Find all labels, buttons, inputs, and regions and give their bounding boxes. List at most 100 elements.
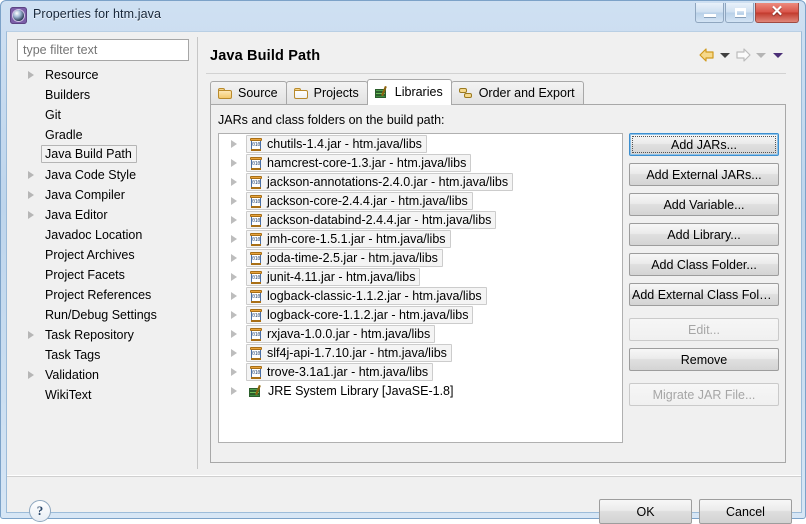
chevron-right-icon[interactable]: [231, 311, 237, 319]
jar-list-item-label: jmh-core-1.5.1.jar - htm.java/libs: [267, 232, 446, 246]
chevron-right-icon[interactable]: [231, 216, 237, 224]
books-icon: [249, 384, 264, 398]
jar-list-item-label: jackson-annotations-2.4.0.jar - htm.java…: [267, 175, 508, 189]
maximize-button[interactable]: [725, 3, 754, 23]
sidebar-item-label: WikiText: [45, 388, 92, 402]
jar-icon: 010: [249, 137, 263, 151]
sidebar-item-java-compiler[interactable]: Java Compiler: [17, 185, 190, 205]
sidebar-item-label: Java Code Style: [45, 168, 136, 182]
page-menu-dropdown-icon[interactable]: [773, 53, 783, 58]
add-external-class-folder-button[interactable]: Add External Class Folder...: [629, 283, 779, 306]
cancel-button[interactable]: Cancel: [699, 499, 792, 524]
jar-list-item-content: 010jackson-annotations-2.4.0.jar - htm.j…: [246, 173, 513, 191]
chevron-right-icon[interactable]: [28, 171, 34, 179]
jar-list-item[interactable]: 010joda-time-2.5.jar - htm.java/libs: [219, 248, 622, 267]
jar-list-item-content: JRE System Library [JavaSE-1.8]: [246, 382, 458, 400]
sidebar-item-project-references[interactable]: Project References: [17, 285, 190, 305]
sidebar-item-builders[interactable]: Builders: [17, 85, 190, 105]
settings-nav-tree[interactable]: ResourceBuilders Git Gradle Java Build Path…: [17, 65, 190, 469]
tab-projects[interactable]: Projects: [286, 81, 368, 104]
jar-list-item[interactable]: 010trove-3.1a1.jar - htm.java/libs: [219, 362, 622, 381]
chevron-right-icon[interactable]: [28, 211, 34, 219]
jar-list[interactable]: 010chutils-1.4.jar - htm.java/libs010ham…: [218, 133, 623, 443]
jar-list-item[interactable]: 010jackson-core-2.4.4.jar - htm.java/lib…: [219, 191, 622, 210]
chevron-right-icon[interactable]: [28, 71, 34, 79]
jar-list-item[interactable]: 010jackson-databind-2.4.4.jar - htm.java…: [219, 210, 622, 229]
back-arrow-icon[interactable]: [699, 48, 715, 62]
chevron-right-icon[interactable]: [28, 331, 34, 339]
sidebar-item-label: Project Facets: [45, 268, 125, 282]
add-jars-button[interactable]: Add JARs...: [629, 133, 779, 156]
sidebar-item-validation[interactable]: Validation: [17, 365, 190, 385]
sidebar-item-java-editor[interactable]: Java Editor: [17, 205, 190, 225]
sidebar-item-run-debug-settings[interactable]: Run/Debug Settings: [17, 305, 190, 325]
sidebar-item-java-build-path[interactable]: Java Build Path: [17, 145, 190, 165]
tab-label: Order and Export: [479, 86, 575, 100]
sidebar-item-task-tags[interactable]: Task Tags: [17, 345, 190, 365]
jar-list-item[interactable]: 010jackson-annotations-2.4.0.jar - htm.j…: [219, 172, 622, 191]
footer-separator: [7, 475, 801, 477]
add-external-jars-button[interactable]: Add External JARs...: [629, 163, 779, 186]
jar-list-item[interactable]: 010chutils-1.4.jar - htm.java/libs: [219, 134, 622, 153]
minimize-button[interactable]: [695, 3, 724, 23]
sidebar-item-task-repository[interactable]: Task Repository: [17, 325, 190, 345]
edit-button: Edit...: [629, 318, 779, 341]
sidebar-item-javadoc-location[interactable]: Javadoc Location: [17, 225, 190, 245]
jar-list-item[interactable]: 010slf4j-api-1.7.10.jar - htm.java/libs: [219, 343, 622, 362]
add-variable-button[interactable]: Add Variable...: [629, 193, 779, 216]
sidebar-item-project-facets[interactable]: Project Facets: [17, 265, 190, 285]
chevron-right-icon[interactable]: [231, 349, 237, 357]
sidebar-item-wikitext[interactable]: WikiText: [17, 385, 190, 405]
tree-spacer: [28, 311, 34, 319]
page-title: Java Build Path: [210, 48, 320, 64]
jar-list-item[interactable]: 010jmh-core-1.5.1.jar - htm.java/libs: [219, 229, 622, 248]
chevron-right-icon[interactable]: [231, 273, 237, 281]
chevron-right-icon[interactable]: [231, 197, 237, 205]
sidebar-item-label: Project Archives: [45, 248, 135, 262]
jar-list-item-content: 010chutils-1.4.jar - htm.java/libs: [246, 135, 427, 153]
jar-list-item-label: joda-time-2.5.jar - htm.java/libs: [267, 251, 438, 265]
sidebar-item-resource[interactable]: Resource: [17, 65, 190, 85]
chevron-right-icon[interactable]: [28, 191, 34, 199]
sidebar-item-label: Git: [45, 108, 61, 122]
jar-list-item[interactable]: 010junit-4.11.jar - htm.java/libs: [219, 267, 622, 286]
chevron-right-icon[interactable]: [231, 387, 237, 395]
chevron-right-icon[interactable]: [231, 292, 237, 300]
remove-button[interactable]: Remove: [629, 348, 779, 371]
jar-list-item[interactable]: JRE System Library [JavaSE-1.8]: [219, 381, 622, 400]
tree-spacer: [28, 151, 34, 159]
chevron-right-icon[interactable]: [28, 371, 34, 379]
tab-libraries[interactable]: Libraries: [367, 79, 452, 104]
jar-list-item[interactable]: 010logback-core-1.1.2.jar - htm.java/lib…: [219, 305, 622, 324]
sidebar-item-label: Java Editor: [45, 208, 108, 222]
order-export-icon: [459, 87, 474, 100]
sidebar-item-git[interactable]: Git: [17, 105, 190, 125]
chevron-right-icon[interactable]: [231, 140, 237, 148]
sidebar-item-java-code-style[interactable]: Java Code Style: [17, 165, 190, 185]
filter-input[interactable]: [17, 39, 189, 61]
tab-order-and-export[interactable]: Order and Export: [451, 81, 584, 104]
chevron-right-icon[interactable]: [231, 330, 237, 338]
sidebar-item-label: Gradle: [45, 128, 83, 142]
jar-list-item-content: 010trove-3.1a1.jar - htm.java/libs: [246, 363, 433, 381]
chevron-right-icon[interactable]: [231, 254, 237, 262]
chevron-right-icon[interactable]: [231, 178, 237, 186]
close-button[interactable]: ✕: [755, 3, 799, 23]
chevron-right-icon[interactable]: [231, 159, 237, 167]
tree-spacer: [28, 251, 34, 259]
add-class-folder-button[interactable]: Add Class Folder...: [629, 253, 779, 276]
back-history-dropdown-icon[interactable]: [720, 53, 730, 58]
migrate-jar-file-button: Migrate JAR File...: [629, 383, 779, 406]
jar-list-item[interactable]: 010logback-classic-1.1.2.jar - htm.java/…: [219, 286, 622, 305]
chevron-right-icon[interactable]: [231, 368, 237, 376]
jar-list-item[interactable]: 010hamcrest-core-1.3.jar - htm.java/libs: [219, 153, 622, 172]
jar-list-item[interactable]: 010rxjava-1.0.0.jar - htm.java/libs: [219, 324, 622, 343]
tab-label: Libraries: [395, 85, 443, 99]
sidebar-item-gradle[interactable]: Gradle: [17, 125, 190, 145]
sidebar-item-project-archives[interactable]: Project Archives: [17, 245, 190, 265]
jar-list-item-content: 010jackson-core-2.4.4.jar - htm.java/lib…: [246, 192, 473, 210]
tab-source[interactable]: Source: [210, 81, 287, 104]
add-library-button[interactable]: Add Library...: [629, 223, 779, 246]
chevron-right-icon[interactable]: [231, 235, 237, 243]
ok-button[interactable]: OK: [599, 499, 692, 524]
